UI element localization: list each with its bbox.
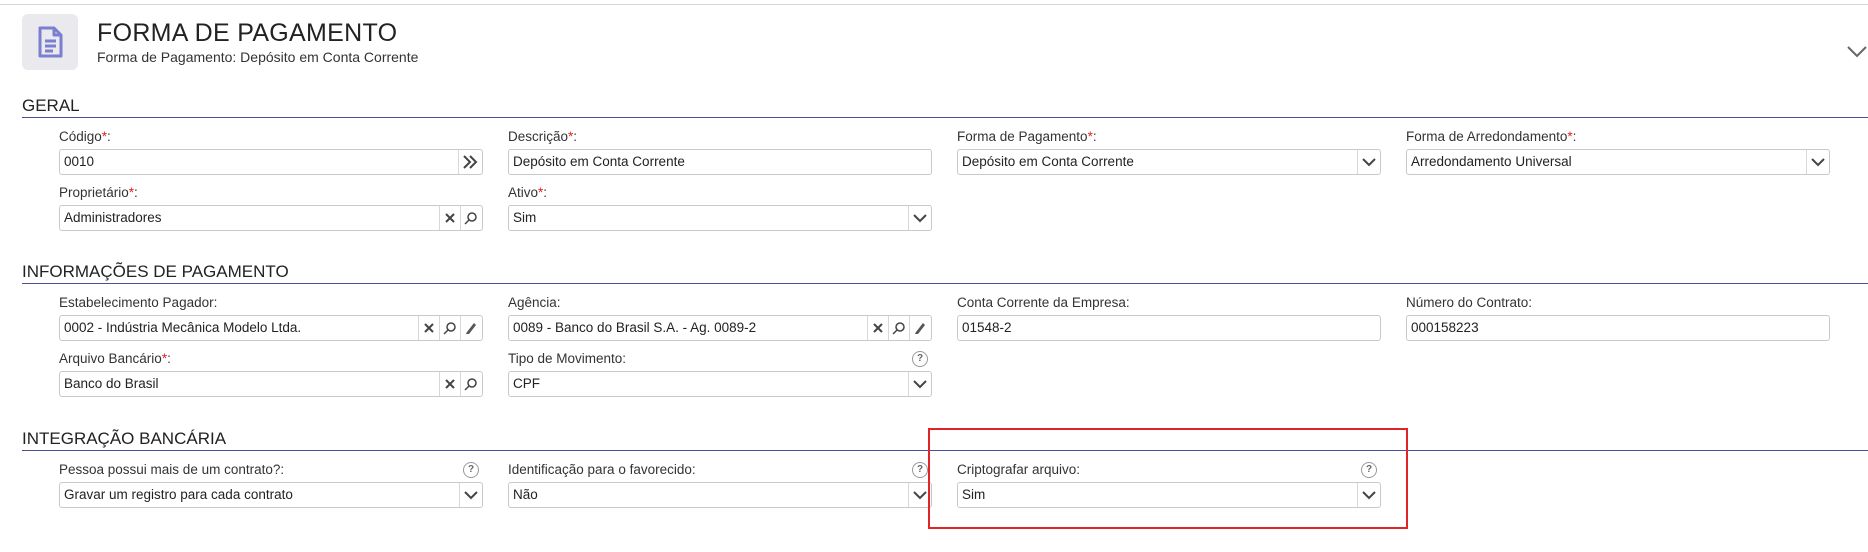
- ativo-field: Ativo*: Sim: [508, 184, 934, 231]
- forma-pagamento-select[interactable]: Depósito em Conta Corrente: [957, 149, 1381, 175]
- clear-icon[interactable]: [440, 206, 460, 230]
- forma-arredondamento-select[interactable]: Arredondamento Universal: [1406, 149, 1830, 175]
- pessoa-contrato-field: Pessoa possui mais de um contrato?: ? Gr…: [59, 461, 485, 508]
- chevron-down-icon[interactable]: [1846, 40, 1868, 62]
- help-icon[interactable]: ?: [912, 462, 928, 478]
- search-icon[interactable]: [461, 206, 481, 230]
- page-title: FORMA DE PAGAMENTO: [97, 19, 398, 47]
- pessoa-contrato-select[interactable]: Gravar um registro para cada contrato: [59, 482, 483, 508]
- chevron-down-icon[interactable]: [461, 483, 481, 507]
- search-icon[interactable]: [889, 316, 909, 340]
- descricao-field: Descrição*: Depósito em Conta Corrente: [508, 128, 934, 175]
- conta-corrente-input[interactable]: 01548-2: [957, 315, 1381, 341]
- forma-pagamento-label: Forma de Pagamento*:: [957, 129, 1097, 144]
- clear-icon[interactable]: [419, 316, 439, 340]
- arquivo-bancario-label: Arquivo Bancário*:: [59, 351, 171, 366]
- numero-contrato-label: Número do Contrato:: [1406, 295, 1533, 310]
- ativo-select[interactable]: Sim: [508, 205, 932, 231]
- identificacao-field: Identificação para o favorecido: ? Não: [508, 461, 934, 508]
- section-title-geral: GERAL: [22, 96, 80, 115]
- chevron-down-icon[interactable]: [910, 483, 930, 507]
- chevron-down-icon[interactable]: [910, 206, 930, 230]
- forma-arredondamento-label: Forma de Arredondamento*:: [1406, 129, 1577, 144]
- descricao-input[interactable]: Depósito em Conta Corrente: [508, 149, 932, 175]
- section-divider: [22, 283, 1868, 284]
- ativo-label: Ativo*:: [508, 185, 548, 200]
- tipo-movimento-select[interactable]: CPF: [508, 371, 932, 397]
- chevron-down-icon[interactable]: [1359, 150, 1379, 174]
- chevron-down-icon[interactable]: [1808, 150, 1828, 174]
- section-title-integracao: INTEGRAÇÃO BANCÁRIA: [22, 429, 227, 448]
- top-divider: [0, 4, 1868, 5]
- identificacao-select[interactable]: Não: [508, 482, 932, 508]
- clear-icon[interactable]: [868, 316, 888, 340]
- tipo-movimento-field: Tipo de Movimento: ? CPF: [508, 350, 934, 397]
- forma-pagamento-field: Forma de Pagamento*: Depósito em Conta C…: [957, 128, 1383, 175]
- codigo-label: Código*:: [59, 129, 111, 144]
- pessoa-contrato-label: Pessoa possui mais de um contrato?:: [59, 462, 285, 477]
- edit-icon[interactable]: [461, 316, 481, 340]
- arquivo-bancario-input[interactable]: Banco do Brasil: [59, 371, 483, 397]
- section-divider: [22, 117, 1868, 118]
- help-icon[interactable]: ?: [463, 462, 479, 478]
- tipo-movimento-label: Tipo de Movimento:: [508, 351, 627, 366]
- identificacao-label: Identificação para o favorecido:: [508, 462, 696, 477]
- edit-icon[interactable]: [910, 316, 930, 340]
- conta-corrente-field: Conta Corrente da Empresa: 01548-2: [957, 294, 1383, 341]
- search-icon[interactable]: [461, 372, 481, 396]
- section-title-informacoes: INFORMAÇÕES DE PAGAMENTO: [22, 262, 289, 281]
- document-icon: [22, 14, 78, 70]
- page-subtitle: Forma de Pagamento: Depósito em Conta Co…: [97, 49, 419, 65]
- proprietario-input[interactable]: Administradores: [59, 205, 483, 231]
- proprietario-label: Proprietário*:: [59, 185, 138, 200]
- codigo-field: Código*: 0010: [59, 128, 485, 175]
- arquivo-bancario-field: Arquivo Bancário*: Banco do Brasil: [59, 350, 485, 397]
- agencia-label: Agência:: [508, 295, 561, 310]
- highlight-box: [928, 428, 1408, 529]
- agencia-input[interactable]: 0089 - Banco do Brasil S.A. - Ag. 0089-2: [508, 315, 932, 341]
- numero-contrato-field: Número do Contrato: 000158223: [1406, 294, 1832, 341]
- chevron-down-icon[interactable]: [910, 372, 930, 396]
- help-icon[interactable]: ?: [912, 351, 928, 367]
- estabelecimento-field: Estabelecimento Pagador: 0002 - Indústri…: [59, 294, 485, 341]
- double-chevron-right-icon[interactable]: [461, 150, 481, 174]
- conta-corrente-label: Conta Corrente da Empresa:: [957, 295, 1130, 310]
- estabelecimento-label: Estabelecimento Pagador:: [59, 295, 218, 310]
- estabelecimento-input[interactable]: 0002 - Indústria Mecânica Modelo Ltda.: [59, 315, 483, 341]
- codigo-input[interactable]: 0010: [59, 149, 483, 175]
- proprietario-field: Proprietário*: Administradores: [59, 184, 485, 231]
- descricao-label: Descrição*:: [508, 129, 578, 144]
- agencia-field: Agência: 0089 - Banco do Brasil S.A. - A…: [508, 294, 934, 341]
- numero-contrato-input[interactable]: 000158223: [1406, 315, 1830, 341]
- search-icon[interactable]: [440, 316, 460, 340]
- forma-arredondamento-field: Forma de Arredondamento*: Arredondamento…: [1406, 128, 1832, 175]
- clear-icon[interactable]: [440, 372, 460, 396]
